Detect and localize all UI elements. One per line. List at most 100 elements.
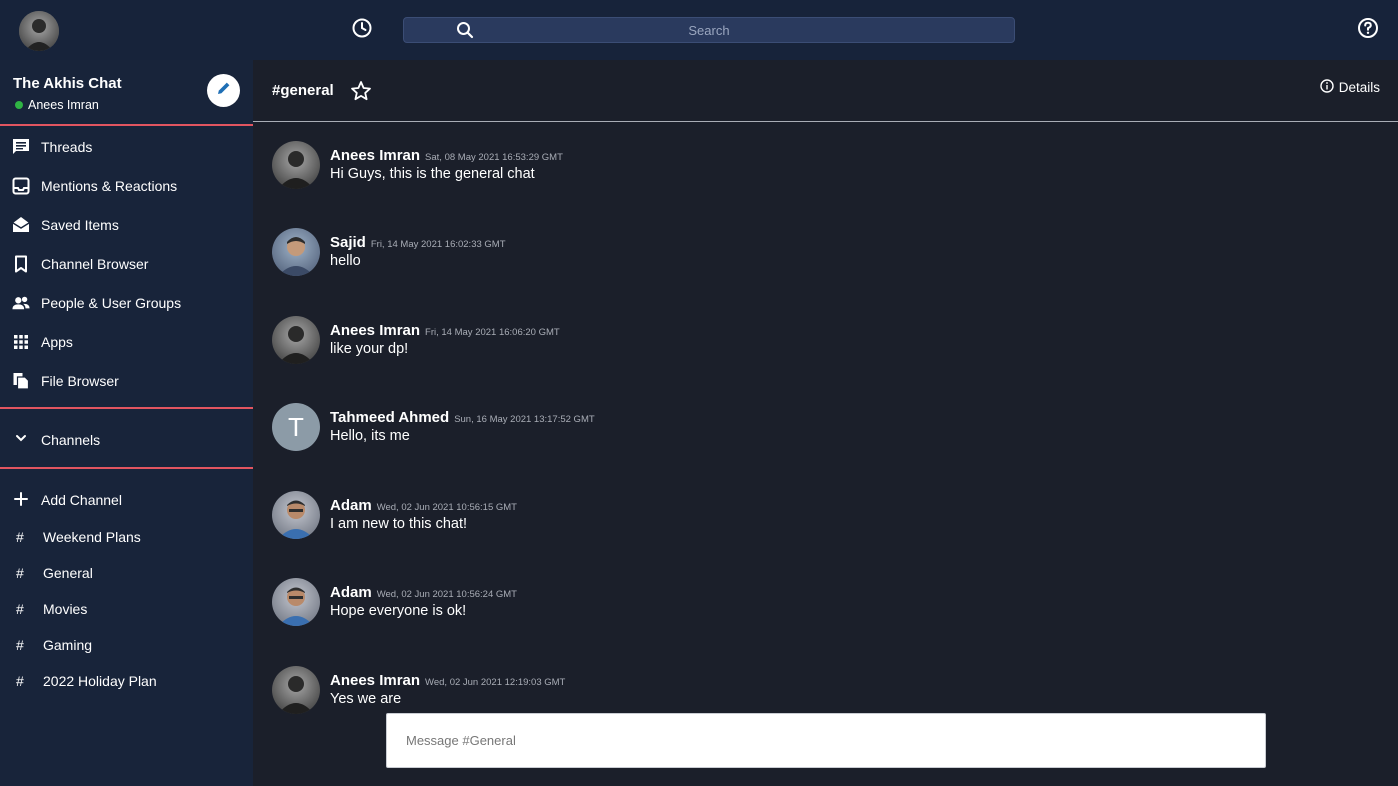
hash-icon: # (16, 529, 24, 545)
message-timestamp: Wed, 02 Jun 2021 10:56:15 GMT (376, 502, 517, 513)
message-text: like your dp! (330, 341, 409, 357)
help-button[interactable] (1357, 17, 1379, 44)
search-icon (456, 21, 474, 44)
star-icon (350, 81, 372, 106)
nav-item-mentions[interactable]: Mentions & Reactions (0, 170, 253, 202)
nav-item-label: Mentions & Reactions (41, 178, 178, 194)
avatar[interactable] (272, 491, 320, 539)
message-header: Sajid Fri, 14 May 2021 16:02:33 GMT (330, 234, 506, 252)
avatar[interactable] (272, 316, 320, 364)
nav-item-file-browser[interactable]: File Browser (0, 365, 253, 397)
message-input[interactable] (387, 714, 1265, 767)
channel-item-weekend-plans[interactable]: # Weekend Plans (0, 523, 253, 551)
avatar[interactable] (272, 228, 320, 276)
message-text: hello (330, 253, 361, 269)
user-avatar[interactable] (19, 11, 59, 51)
nav-item-label: File Browser (41, 373, 119, 389)
channel-label: 2022 Holiday Plan (43, 673, 157, 689)
threads-icon (12, 138, 30, 156)
nav-item-channel-browser[interactable]: Channel Browser (0, 248, 253, 280)
nav-item-saved[interactable]: Saved Items (0, 209, 253, 241)
sidebar-divider (0, 467, 253, 469)
message-timestamp: Fri, 14 May 2021 16:02:33 GMT (370, 239, 506, 250)
nav-item-label: Threads (41, 139, 93, 155)
message-item: T Tahmeed Ahmed Sun, 16 May 2021 13:17:52… (272, 403, 1372, 463)
avatar[interactable]: T (272, 403, 320, 451)
files-icon (12, 372, 30, 390)
message-item: Anees Imran Fri, 14 May 2021 16:06:20 GMT… (272, 316, 1372, 376)
envelope-open-icon (12, 216, 30, 234)
message-item: Anees Imran Sat, 08 May 2021 16:53:29 GMT… (272, 141, 1372, 201)
message-list: Anees Imran Sat, 08 May 2021 16:53:29 GMT… (253, 123, 1398, 786)
channel-item-2022-holiday-plan[interactable]: # 2022 Holiday Plan (0, 667, 253, 695)
message-author[interactable]: Anees Imran (330, 322, 420, 339)
hash-icon: # (16, 673, 24, 689)
avatar[interactable] (272, 578, 320, 626)
nav-item-people[interactable]: People & User Groups (0, 287, 253, 319)
message-author[interactable]: Anees Imran (330, 147, 420, 164)
channel-item-movies[interactable]: # Movies (0, 595, 253, 623)
hash-icon: # (16, 637, 24, 653)
message-author[interactable]: Tahmeed Ahmed (330, 409, 449, 426)
message-timestamp: Sun, 16 May 2021 13:17:52 GMT (454, 414, 595, 425)
sidebar-divider (0, 407, 253, 409)
message-timestamp: Sat, 08 May 2021 16:53:29 GMT (425, 152, 563, 163)
sidebar: The Akhis Chat Anees Imran Threads Menti… (0, 60, 253, 786)
nav-item-label: People & User Groups (41, 295, 182, 311)
message-item: Adam Wed, 02 Jun 2021 10:56:15 GMT I am n… (272, 491, 1372, 551)
search-input[interactable] (404, 18, 1014, 42)
message-timestamp: Wed, 02 Jun 2021 10:56:24 GMT (376, 589, 517, 600)
compose-button[interactable] (207, 74, 240, 107)
inbox-icon (12, 177, 30, 195)
nav-item-label: Saved Items (41, 217, 119, 233)
current-user: Anees Imran (15, 98, 99, 112)
channels-section-toggle[interactable]: Channels (0, 424, 253, 456)
star-channel-button[interactable] (350, 80, 372, 102)
message-header: Anees Imran Sat, 08 May 2021 16:53:29 GMT (330, 147, 563, 165)
hash-icon: # (16, 565, 24, 581)
main-panel: #general Details Anees Imran Sat, 08 May… (253, 60, 1398, 786)
avatar[interactable] (272, 141, 320, 189)
message-header: Adam Wed, 02 Jun 2021 10:56:15 GMT (330, 497, 517, 515)
message-timestamp: Wed, 02 Jun 2021 12:19:03 GMT (425, 677, 566, 688)
nav-item-threads[interactable]: Threads (0, 131, 253, 163)
avatar[interactable] (272, 666, 320, 714)
channel-title: #general (272, 82, 334, 99)
message-header: Adam Wed, 02 Jun 2021 10:56:24 GMT (330, 584, 517, 602)
channels-section-label: Channels (41, 432, 101, 448)
people-icon (12, 294, 30, 312)
message-author[interactable]: Adam (330, 497, 372, 514)
chevron-down-icon (14, 431, 28, 450)
nav-item-apps[interactable]: Apps (0, 326, 253, 358)
help-circle-icon (1357, 17, 1379, 44)
workspace-name[interactable]: The Akhis Chat (13, 75, 122, 92)
details-label: Details (1338, 80, 1380, 95)
message-text: Hope everyone is ok! (330, 603, 467, 619)
channel-header: #general Details (253, 60, 1398, 122)
message-text: Yes we are (330, 691, 402, 707)
sidebar-divider (0, 124, 253, 126)
message-author[interactable]: Sajid (330, 234, 366, 251)
nav-item-label: Apps (41, 334, 73, 350)
message-text: Hi Guys, this is the general chat (330, 166, 535, 182)
bookmark-icon (12, 255, 30, 273)
message-item: Sajid Fri, 14 May 2021 16:02:33 GMT hello (272, 228, 1372, 288)
message-author[interactable]: Anees Imran (330, 672, 420, 689)
top-bar (0, 0, 1398, 60)
history-button[interactable] (351, 17, 373, 44)
channel-item-general[interactable]: # General (0, 559, 253, 587)
message-author[interactable]: Adam (330, 584, 372, 601)
hash-icon: # (16, 601, 24, 617)
pencil-icon (216, 80, 232, 101)
message-composer[interactable] (386, 713, 1266, 768)
workspace-header: The Akhis Chat Anees Imran (0, 60, 253, 126)
channel-item-gaming[interactable]: # Gaming (0, 631, 253, 659)
message-header: Anees Imran Fri, 14 May 2021 16:06:20 GMT (330, 322, 560, 340)
channel-label: General (43, 565, 93, 581)
search-bar[interactable] (403, 17, 1015, 43)
details-button[interactable]: Details (1320, 79, 1380, 96)
message-timestamp: Fri, 14 May 2021 16:06:20 GMT (425, 327, 560, 338)
add-channel-button[interactable]: Add Channel (0, 486, 253, 514)
clock-icon (351, 17, 373, 44)
message-header: Anees Imran Wed, 02 Jun 2021 12:19:03 GMT (330, 672, 565, 690)
